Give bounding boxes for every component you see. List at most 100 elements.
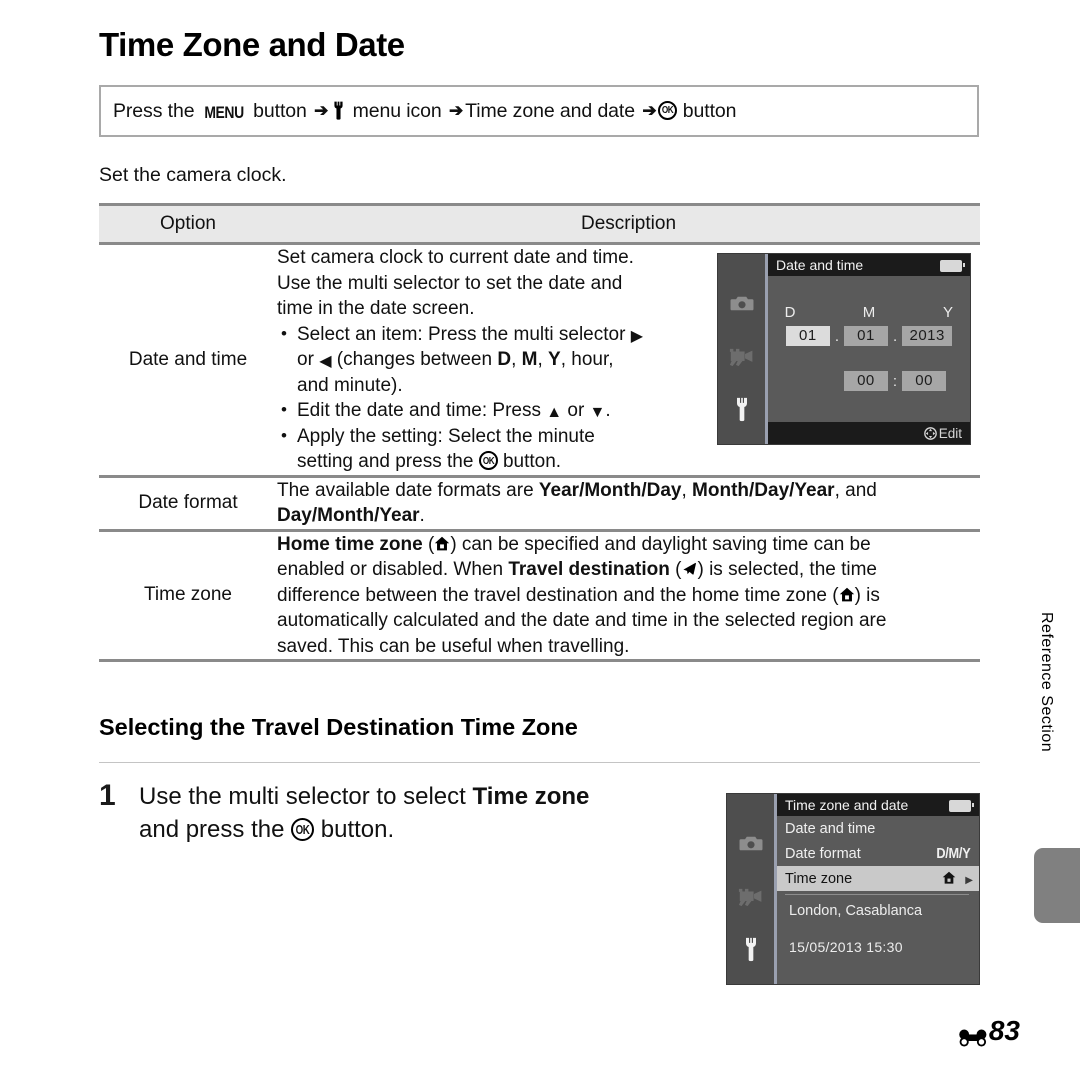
settings-menu-list: Date and time Date format D/M/Y Time zon… [777,816,979,984]
desc-line: Set camera clock to current date and tim… [277,247,634,268]
home-icon-2 [839,585,855,601]
camera-icon[interactable] [726,290,757,316]
lcd-footer-text: Edit [938,425,962,441]
desc-line: The available date formats are Year/Mont… [277,478,980,504]
step-text-part-2: and press the [139,816,292,843]
desc-line: difference between the travel destinatio… [277,583,980,609]
lcd-title-text-2: Time zone and date [785,797,909,813]
time-separator: : [892,372,898,390]
side-section-label: Reference Section [1038,612,1055,753]
menu-item-time-zone[interactable]: Time zone ▶ [777,866,979,891]
desc-text: ) is [854,584,880,606]
movie-icon[interactable] [726,344,757,370]
step-number: 1 [99,779,116,812]
arrow-right-icon-2: ➔ [449,100,464,120]
step-1: 1 Use the multi selector to select Time … [99,780,699,846]
triangle-left-icon: ◀ [319,353,332,370]
camera-screen-2: Time zone and date Date and time Date fo… [726,793,980,985]
bullet-dot-icon: • [281,425,287,445]
menu-item-label: Date format [785,845,861,862]
camera-screen: Date and time D M Y 01 . 01 . 2013 00: … [717,253,971,445]
list-item: • Select an item: Press the multi select… [277,322,643,399]
menu-tab-rail [718,254,768,444]
travel-destination-label: Travel destination [508,559,670,580]
menu-item-date-format[interactable]: Date format D/M/Y [777,841,979,866]
column-header-description: Description [277,203,980,245]
ok-button-icon [658,100,678,120]
desc-text: . [419,505,425,526]
ok-button-icon [478,451,498,470]
bullet-line: Edit the date and time: Press ▲ or ▼. [297,400,611,421]
desc-line: Day/Month/Year. [277,503,980,529]
menu-path-text: Press the MENU button ➔ menu icon ➔ Time … [101,99,737,123]
hour-field[interactable]: 00 [843,371,888,391]
day-field[interactable]: 01 [785,326,830,346]
bullet-line: or ◀ (changes between D, M, Y, hour, [297,349,614,370]
date-value-row: 01 . 01 . 2013 [768,326,970,346]
menu-path-button-word: button [247,99,313,122]
wrench-icon[interactable] [726,396,757,422]
lcd-footer-bar: Edit [768,422,970,444]
camera-icon[interactable] [735,830,766,856]
triangle-down-icon: ▼ [589,404,606,421]
date-separator: . [834,327,839,345]
desc-text: difference between the travel destinatio… [277,584,839,606]
format-day-month-year: Day/Month/Year [277,505,420,526]
row-option-date-and-time: Date and time [99,243,277,478]
bullet-dot-icon: • [281,323,287,343]
list-item: • Apply the setting: Select the minute s… [277,424,643,475]
page-title: Time Zone and Date [99,26,405,63]
step-text-emphasis: Time zone [472,783,590,810]
year-field[interactable]: 2013 [902,326,953,346]
row-description-date-format: The available date formats are Year/Mont… [277,476,980,532]
desc-line: enabled or disabled. When Travel destina… [277,557,980,583]
label-year: Y [942,304,953,321]
desc-text: , and [834,479,877,501]
lcd-date-screen: Date and time D M Y 01 . 01 . 2013 00: … [717,253,971,445]
menu-path-item: Time zone and date [465,99,635,122]
home-icon [942,871,956,887]
table-row: Date format The available date formats a… [99,476,980,532]
menu-item-date-and-time[interactable]: Date and time [777,816,979,841]
desc-line: automatically calculated and the date an… [277,610,887,631]
step-text-part-3: button. [314,816,395,843]
lcd-title-bar-2: Time zone and date [777,794,979,816]
wrench-icon[interactable] [735,936,766,962]
label-month: M [862,304,876,321]
ok-button-icon [291,818,315,841]
desc-text: , [681,479,693,501]
page-number: 83 [958,1015,1020,1047]
list-item: • Edit the date and time: Press ▲ or ▼. [277,398,643,424]
desc-line: time in the date screen. [277,298,475,319]
month-field[interactable]: 01 [844,326,888,346]
minute-field[interactable]: 00 [902,371,947,391]
desc-line: Use the multi selector to set the date a… [277,272,623,294]
menu-path-box: Press the MENU button ➔ menu icon ➔ Time … [99,85,979,137]
desc-paragraph: Set camera clock to current date and tim… [277,245,643,322]
desc-text: ( [422,533,435,555]
section-heading: Selecting the Travel Destination Time Zo… [99,714,578,740]
reference-section-icon [958,1022,988,1047]
desc-line: saved. This can be useful when travellin… [277,635,630,657]
lcd-title-text: Date and time [776,257,864,273]
arrow-right-icon: ➔ [314,100,329,120]
menu-path-press-label: Press the [113,99,200,122]
bullet-line: Select an item: Press the multi selector… [297,323,643,345]
multi-selector-icon [923,426,937,440]
menu-item-value: D/M/Y [936,845,971,862]
triangle-up-icon: ▲ [546,404,563,421]
bullet-line: setting and press the button. [297,449,643,475]
menu-tab-rail-2 [727,794,777,984]
menu-item-indicators: ▶ [942,871,973,887]
format-year-month-day: Year/Month/Day [538,479,682,501]
time-value-row: 00 : 00 [768,371,970,391]
row-option-date-format: Date format [99,476,277,532]
label-day: D [784,304,796,321]
movie-icon[interactable] [735,884,766,910]
desc-bullet-list: • Select an item: Press the multi select… [277,322,643,475]
lcd-title-bar: Date and time [768,254,970,276]
desc-text: ) can be specified and daylight saving t… [450,533,871,555]
date-field-labels: D M Y [768,304,970,321]
arrow-right-icon-3: ➔ [642,100,657,120]
column-header-option: Option [99,203,277,245]
